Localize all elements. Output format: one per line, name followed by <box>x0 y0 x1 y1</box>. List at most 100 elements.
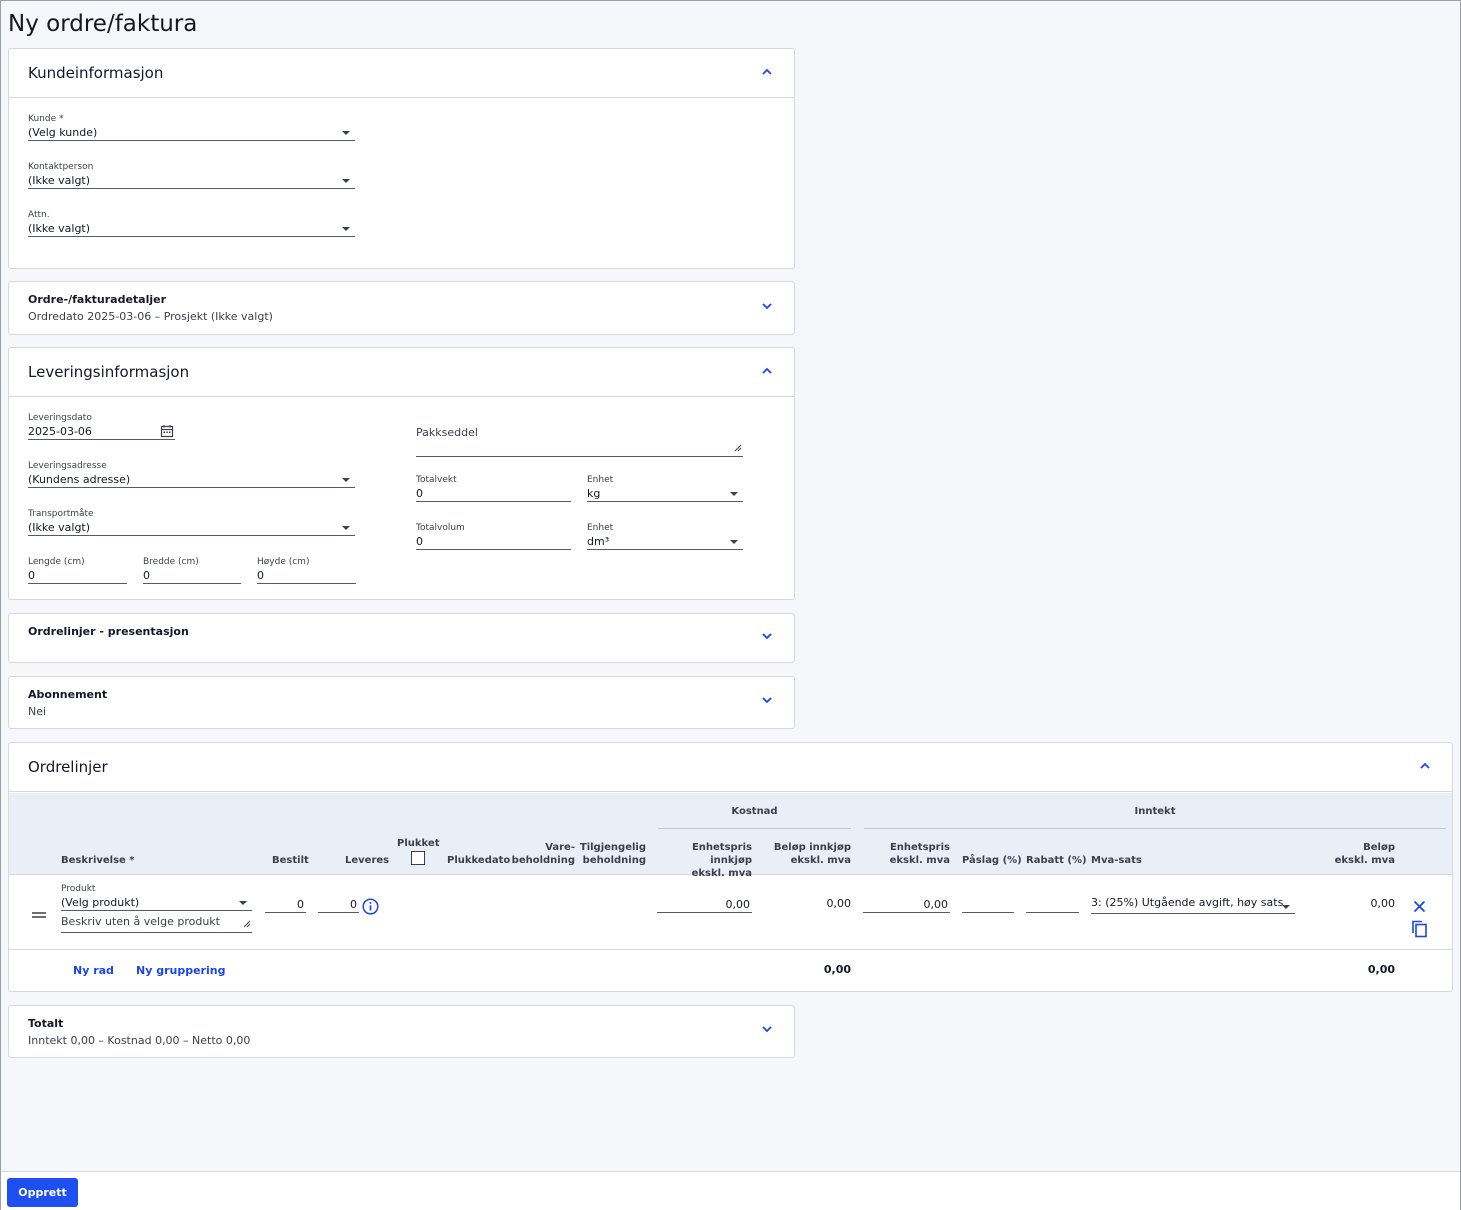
customer-info-header[interactable]: Kundeinformasjon <box>9 49 794 98</box>
total-volume-label: Totalvolum <box>416 523 465 533</box>
col-enhetspris: Enhetspris ekskl. mva <box>869 841 950 867</box>
contact-label: Kontaktperson <box>28 162 94 172</box>
order-details-card[interactable]: Ordre-/fakturadetaljer Ordredato 2025-03… <box>8 281 795 335</box>
attn-select[interactable]: Attn. (Ikke valgt) <box>28 210 355 237</box>
new-row-link[interactable]: Ny rad <box>73 964 114 977</box>
deliver-quantity-input[interactable]: 0 <box>318 898 359 913</box>
total-weight-label: Totalvekt <box>416 475 457 485</box>
col-enh-innkjop-line1: Enhetspris innkjøp <box>691 842 752 866</box>
totals-card[interactable]: Totalt Inntekt 0,00 – Kostnad 0,00 – Net… <box>8 1005 795 1058</box>
col-mva: Mva-sats <box>1091 855 1142 866</box>
total-cost-sum: 0,00 <box>823 963 851 976</box>
create-button[interactable]: Opprett <box>7 1178 78 1207</box>
delivery-info-card: Leveringsinformasjon Leveringsdato 2025-… <box>8 347 795 600</box>
caret-down-icon <box>342 526 350 530</box>
chevron-down-icon[interactable] <box>762 697 772 707</box>
length-label: Lengde (cm) <box>28 557 85 567</box>
delivery-info-header[interactable]: Leveringsinformasjon <box>9 348 794 397</box>
product-select[interactable]: Produkt (Velg produkt) <box>61 884 252 911</box>
totals-title: Totalt <box>28 1017 64 1030</box>
height-label: Høyde (cm) <box>257 557 310 567</box>
caret-down-icon <box>342 478 350 482</box>
total-weight-value: 0 <box>416 487 423 500</box>
col-belop: Beløp ekskl. mva <box>1309 841 1395 867</box>
chevron-down-icon[interactable] <box>762 303 772 313</box>
discount-input[interactable] <box>1026 898 1079 913</box>
subscription-value: Nei <box>28 705 47 718</box>
order-lines-header[interactable]: Ordrelinjer <box>9 743 1452 792</box>
pick-all-checkbox[interactable] <box>411 851 425 865</box>
chevron-down-icon[interactable] <box>762 633 772 643</box>
subscription-card[interactable]: Abonnement Nei <box>8 676 795 729</box>
weight-unit-select[interactable]: Enhet kg <box>587 475 743 502</box>
col-vare-line2: beholdning <box>511 855 575 866</box>
line-amount: 0,00 <box>1370 897 1396 910</box>
delivery-info-title: Leveringsinformasjon <box>28 363 190 381</box>
group-income-header: Inntekt <box>1134 806 1176 817</box>
order-lines-title: Ordrelinjer <box>28 758 108 776</box>
info-icon[interactable] <box>362 898 379 919</box>
drag-handle-icon[interactable] <box>32 903 46 922</box>
new-grouping-link[interactable]: Ny gruppering <box>136 964 225 977</box>
product-value: (Velg produkt) <box>61 896 140 909</box>
width-field[interactable]: Bredde (cm) 0 <box>143 557 241 584</box>
delivery-date-field[interactable]: Leveringsdato 2025-03-06 <box>28 413 175 440</box>
total-volume-field[interactable]: Totalvolum 0 <box>416 523 571 550</box>
delivery-address-select[interactable]: Leveringsadresse (Kundens adresse) <box>28 461 355 488</box>
col-plukkedato: Plukkedato <box>447 855 511 866</box>
resize-handle-icon[interactable] <box>734 442 742 455</box>
volume-unit-select[interactable]: Enhet dm³ <box>587 523 743 550</box>
purchase-amount: 0,00 <box>826 897 852 910</box>
transport-select[interactable]: Transportmåte (Ikke valgt) <box>28 509 355 536</box>
page-title: Ny ordre/faktura <box>8 11 198 37</box>
transport-label: Transportmåte <box>28 509 94 519</box>
customer-info-title: Kundeinformasjon <box>28 64 164 82</box>
col-tilgjengelig: Tilgjengelig beholdning <box>579 841 646 867</box>
total-volume-value: 0 <box>416 535 423 548</box>
unit-price-input[interactable]: 0,00 <box>863 898 950 913</box>
calendar-icon[interactable] <box>160 424 174 441</box>
order-lines-presentation-title: Ordrelinjer - presentasjon <box>28 625 189 638</box>
height-field[interactable]: Høyde (cm) 0 <box>257 557 356 584</box>
col-bestilt: Bestilt <box>272 855 309 866</box>
order-lines-presentation-card[interactable]: Ordrelinjer - presentasjon <box>8 613 795 663</box>
caret-down-icon <box>730 540 738 544</box>
attn-label: Attn. <box>28 210 50 220</box>
delivery-address-label: Leveringsadresse <box>28 461 107 471</box>
packing-slip-field[interactable]: Pakkseddel <box>416 426 743 457</box>
col-enhetspris-line1: Enhetspris <box>889 842 950 853</box>
copy-row-icon[interactable] <box>1411 920 1428 942</box>
caret-down-icon <box>342 131 350 135</box>
col-tilgj-line2: beholdning <box>582 855 646 866</box>
delivery-address-value: (Kundens adresse) <box>28 473 131 486</box>
vat-rate-select[interactable]: 3: (25%) Utgående avgift, høy sats <box>1091 896 1295 914</box>
col-belop-innkjop: Beløp innkjøp ekskl. mva <box>759 841 851 867</box>
product-label: Produkt <box>61 884 96 894</box>
length-value: 0 <box>28 569 35 582</box>
resize-handle-icon[interactable] <box>243 918 251 931</box>
col-enhetspris-innkjop: Enhetspris innkjøp ekskl. mva <box>649 841 752 880</box>
total-weight-field[interactable]: Totalvekt 0 <box>416 475 571 502</box>
contact-select[interactable]: Kontaktperson (Ikke valgt) <box>28 162 355 189</box>
unit-purchase-price-input[interactable]: 0,00 <box>657 898 752 913</box>
table-row: Produkt (Velg produkt) Beskriv uten å ve… <box>9 876 1452 950</box>
ordered-quantity-input[interactable]: 0 <box>265 898 306 913</box>
col-belop-line2: ekskl. mva <box>1334 855 1395 866</box>
col-paslag: Påslag (%) <box>962 855 1022 866</box>
chevron-down-icon[interactable] <box>762 1026 772 1036</box>
chevron-up-icon[interactable] <box>762 68 772 78</box>
chevron-up-icon[interactable] <box>1420 762 1430 772</box>
length-field[interactable]: Lengde (cm) 0 <box>28 557 127 584</box>
caret-down-icon <box>342 179 350 183</box>
markup-input[interactable] <box>962 898 1014 913</box>
caret-down-icon <box>1282 905 1290 909</box>
col-rabatt: Rabatt (%) <box>1026 855 1087 866</box>
col-belop-innkjop-line1: Beløp innkjøp <box>773 842 851 853</box>
col-tilgj-line1: Tilgjengelig <box>579 842 646 853</box>
description-input[interactable]: Beskriv uten å velge produkt <box>61 915 252 933</box>
col-vare: Vare-beholdning <box>509 841 575 867</box>
chevron-up-icon[interactable] <box>762 367 772 377</box>
customer-select[interactable]: Kunde * (Velg kunde) <box>28 114 355 141</box>
delete-row-icon[interactable] <box>1413 898 1426 917</box>
description-placeholder: Beskriv uten å velge produkt <box>61 915 220 928</box>
